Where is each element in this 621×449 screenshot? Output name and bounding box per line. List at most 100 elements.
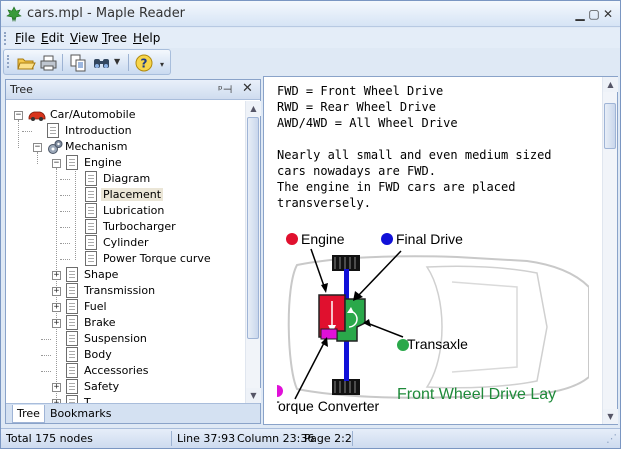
tree-node[interactable]: Turbocharger xyxy=(6,219,246,235)
expand-icon[interactable]: + xyxy=(52,303,61,312)
document-icon xyxy=(66,283,78,298)
menu-help[interactable]: Help xyxy=(133,31,160,45)
app-window: cars.mpl - Maple Reader ▁ ▢ ✕ File Edit … xyxy=(0,0,621,449)
menu-tree[interactable]: Tree xyxy=(102,31,127,45)
tree-node-label: Shape xyxy=(84,268,119,281)
toolbar-overflow-chevron[interactable]: ▾ xyxy=(160,60,164,69)
print-icon[interactable] xyxy=(38,53,58,73)
scroll-up-arrow[interactable]: ▲ xyxy=(603,77,618,92)
menu-edit[interactable]: Edit xyxy=(41,31,64,45)
tree-node[interactable]: Accessories xyxy=(6,363,246,379)
minimize-button[interactable]: ▁ xyxy=(573,7,587,21)
tree-node[interactable]: Introduction xyxy=(6,123,246,139)
tree-node-label: Brake xyxy=(84,316,116,329)
tree-node-label: Turbocharger xyxy=(103,220,176,233)
tree-node[interactable]: + Fuel xyxy=(6,299,246,315)
tree-node-label: Introduction xyxy=(65,124,132,137)
tree-node[interactable]: + Transmission xyxy=(6,283,246,299)
tree-connector xyxy=(41,355,51,356)
tree-connector xyxy=(60,211,70,212)
close-window-button[interactable]: ✕ xyxy=(601,7,615,21)
expand-icon[interactable]: + xyxy=(52,271,61,280)
collapse-icon[interactable]: − xyxy=(33,143,42,152)
tree-node-label: Power Torque curve xyxy=(103,252,211,265)
find-dropdown-arrow[interactable]: ▼ xyxy=(114,57,120,66)
tree-node-label: Engine xyxy=(84,156,122,169)
maximize-button[interactable]: ▢ xyxy=(587,7,601,21)
wheel-front-left xyxy=(332,255,360,271)
tree-node[interactable]: + Safety xyxy=(6,379,246,395)
tree-connector xyxy=(60,259,70,260)
tree-node[interactable]: Placement xyxy=(6,187,246,203)
resize-grip-icon[interactable]: ⋰ xyxy=(606,432,617,445)
collapse-icon[interactable]: − xyxy=(52,159,61,168)
help-icon[interactable]: ? xyxy=(134,53,154,73)
tree-node-label: Diagram xyxy=(103,172,151,185)
tree-node[interactable]: + Shape xyxy=(6,267,246,283)
tree-node[interactable]: − Mechanism xyxy=(6,139,246,155)
copy-icon[interactable] xyxy=(68,53,88,73)
tree-node[interactable]: Power Torque curve xyxy=(6,251,246,267)
document-icon xyxy=(85,187,97,202)
menu-file[interactable]: File xyxy=(15,31,35,45)
tree-node-label: T... xyxy=(84,396,100,403)
tree-node-label: Placement xyxy=(101,188,164,201)
wheel-front-right xyxy=(332,379,360,395)
document-icon xyxy=(85,203,97,218)
tree-panel: Tree ᵖ⊣ ✕ − Car/Automobile Introduction − Me… xyxy=(5,79,261,424)
document-icon xyxy=(85,171,97,186)
tree-node[interactable]: Cylinder xyxy=(6,235,246,251)
tree-node-label: Transmission xyxy=(84,284,156,297)
scroll-down-arrow[interactable]: ▼ xyxy=(246,388,261,403)
tree-node[interactable]: Diagram xyxy=(6,171,246,187)
tree-node[interactable]: + T... xyxy=(6,395,246,403)
find-icon[interactable] xyxy=(92,53,112,73)
tree-node[interactable]: − Car/Automobile xyxy=(6,107,246,123)
status-separator xyxy=(171,431,172,446)
document-icon xyxy=(66,267,78,282)
tree-view[interactable]: − Car/Automobile Introduction − Mechanism − En… xyxy=(6,101,246,403)
status-column: Column 23:36 xyxy=(237,432,315,445)
scroll-down-arrow[interactable]: ▼ xyxy=(603,409,618,424)
content-scrollbar[interactable]: ▲ ▼ xyxy=(602,77,618,424)
tree-node[interactable]: Lubrication xyxy=(6,203,246,219)
document-icon xyxy=(66,395,78,403)
svg-text:?: ? xyxy=(141,57,148,71)
tree-node[interactable]: Body xyxy=(6,347,246,363)
expand-icon[interactable]: + xyxy=(52,319,61,328)
tree-node[interactable]: − Engine xyxy=(6,155,246,171)
tree-node-label: Mechanism xyxy=(65,140,128,153)
final-drive-marker xyxy=(381,233,393,245)
tree-connector xyxy=(41,371,51,372)
transaxle-label: Transaxle xyxy=(407,336,468,352)
scroll-up-arrow[interactable]: ▲ xyxy=(246,101,261,116)
document-icon xyxy=(66,331,78,346)
expand-icon[interactable]: + xyxy=(52,287,61,296)
close-icon[interactable]: ✕ xyxy=(242,81,253,96)
tab-bookmarks[interactable]: Bookmarks xyxy=(46,405,115,423)
open-folder-icon[interactable] xyxy=(16,53,36,73)
menu-view[interactable]: View xyxy=(70,31,98,45)
tree-connector xyxy=(41,339,51,340)
tree-node[interactable]: Suspension xyxy=(6,331,246,347)
tab-tree[interactable]: Tree xyxy=(12,405,45,423)
status-separator xyxy=(352,431,353,446)
final-drive-label: Final Drive xyxy=(396,231,463,247)
tree-node[interactable]: + Brake xyxy=(6,315,246,331)
content-line xyxy=(277,131,597,147)
tree-scrollbar[interactable]: ▲ ▼ xyxy=(245,101,261,403)
tree-connector xyxy=(60,243,70,244)
scroll-thumb[interactable] xyxy=(604,103,616,149)
document-icon xyxy=(66,155,78,170)
content-line: Nearly all small and even medium sized xyxy=(277,148,552,162)
expand-icon[interactable]: + xyxy=(52,383,61,392)
torque-converter-marker xyxy=(277,385,283,397)
scroll-thumb[interactable] xyxy=(247,117,259,339)
collapse-icon[interactable]: − xyxy=(14,111,23,120)
tree-connector xyxy=(22,131,32,132)
engine-label: Engine xyxy=(301,231,345,247)
pin-icon[interactable]: ᵖ⊣ xyxy=(218,83,232,96)
content-line: The engine in FWD cars are placed xyxy=(277,180,516,194)
document-icon xyxy=(66,379,78,394)
tree-connector xyxy=(60,227,70,228)
